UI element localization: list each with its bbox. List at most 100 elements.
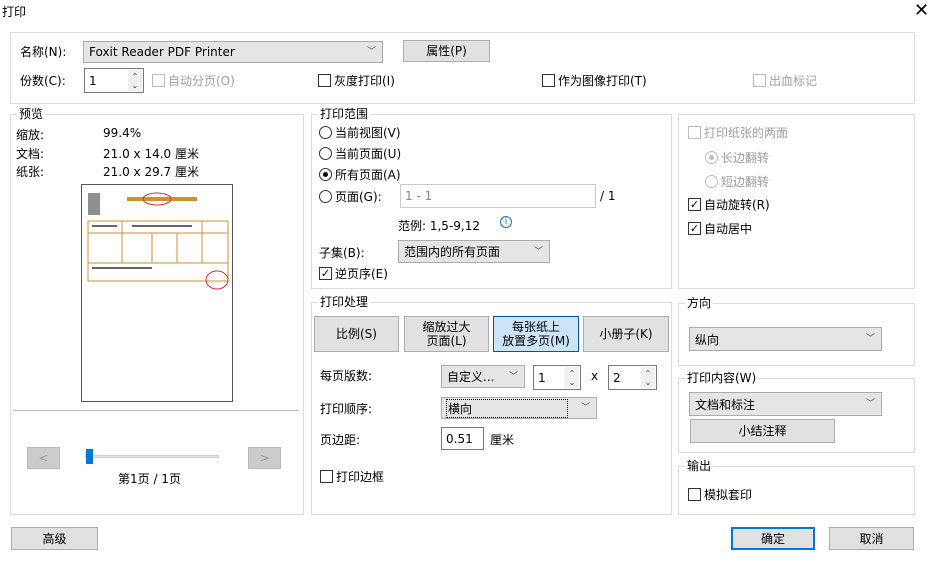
collate-label: 自动分页(O)	[168, 74, 235, 88]
close-icon[interactable]: ✕	[914, 0, 929, 21]
chevron-down-icon: ﹀	[366, 47, 376, 58]
radio-long-edge[interactable]: 长边翻转	[705, 149, 769, 166]
print-content-value: 文档和标注	[695, 397, 756, 412]
output-title: 输出	[685, 459, 714, 473]
print-as-image-checkbox[interactable]: 作为图像打印(T)	[542, 72, 647, 89]
invoice-thumbnail	[87, 192, 229, 290]
subset-value: 范围内的所有页面	[404, 245, 501, 259]
zoom-value: 99.4%	[103, 126, 142, 140]
pages-per-sheet-value: 自定义...	[447, 370, 495, 384]
orientation-value: 纵向	[695, 332, 720, 347]
columns-stepper[interactable]: 1 ⌃ ⌄	[533, 365, 581, 390]
margin-unit: 厘米	[490, 433, 515, 447]
auto-center-checkbox[interactable]: ✓ 自动居中	[688, 220, 752, 237]
cancel-button[interactable]: 取消	[829, 527, 914, 550]
simulate-overprint-label: 模拟套印	[704, 488, 753, 502]
orientation-select[interactable]: 纵向 ﹀	[689, 327, 882, 351]
copies-label: 份数(C):	[20, 74, 66, 88]
doc-size-value: 21.0 x 14.0 厘米	[103, 147, 199, 161]
reverse-order-checkbox[interactable]: ✓ 逆页序(E)	[319, 265, 388, 282]
tab-scale[interactable]: 比例(S)	[314, 316, 399, 352]
grayscale-checkbox[interactable]: 灰度打印(I)	[318, 72, 395, 89]
columns-value: 1	[538, 370, 546, 385]
chevron-down-icon: ﹀	[533, 246, 543, 257]
radio-pages[interactable]: 页面(G):	[319, 188, 382, 205]
radio-all-pages[interactable]: 所有页面(A)	[319, 166, 401, 183]
bleed-marks-checkbox[interactable]: 出血标记	[753, 72, 817, 89]
all-pages-label: 所有页面(A)	[335, 168, 401, 182]
advanced-button[interactable]: 高级	[11, 527, 98, 550]
copies-value: 1	[89, 73, 97, 88]
current-view-label: 当前视图(V)	[335, 126, 401, 140]
prev-page-button[interactable]: <	[27, 447, 60, 469]
tab-multiple-pages[interactable]: 每张纸上 放置多页(M)	[493, 316, 579, 352]
print-content-title: 打印内容(W)	[685, 371, 759, 385]
pages-input[interactable]: 1 - 1	[400, 184, 596, 208]
grayscale-label: 灰度打印(I)	[334, 74, 395, 88]
margin-label: 页边距:	[320, 433, 361, 447]
print-as-image-label: 作为图像打印(T)	[558, 74, 647, 88]
properties-button[interactable]: 属性(P)	[403, 40, 490, 62]
tab-booklet[interactable]: 小册子(K)	[583, 316, 669, 352]
info-icon[interactable]: i	[500, 216, 512, 228]
page-indicator: 第1页 / 1页	[118, 472, 181, 486]
bleed-marks-label: 出血标记	[769, 74, 818, 88]
paper-size-label: 纸张:	[16, 165, 45, 179]
rows-stepper[interactable]: 2 ⌃ ⌄	[608, 365, 657, 390]
range-example: 范例: 1,5-9,12	[398, 219, 480, 233]
preview-divider	[13, 410, 299, 411]
doc-size-label: 文档:	[16, 147, 45, 161]
summarize-comments-button[interactable]: 小结注释	[690, 419, 835, 443]
print-range-title: 打印范围	[318, 107, 371, 121]
auto-center-label: 自动居中	[704, 222, 753, 236]
collate-checkbox[interactable]: 自动分页(O)	[152, 72, 235, 89]
next-page-button[interactable]: >	[248, 447, 281, 469]
radio-current-page[interactable]: 当前页面(U)	[319, 145, 401, 162]
both-sides-checkbox[interactable]: 打印纸张的两面	[688, 124, 788, 141]
zoom-label: 缩放:	[16, 128, 45, 142]
times-label: x	[591, 369, 599, 383]
spin-arrows-icon[interactable]: ⌃ ⌄	[641, 367, 655, 388]
subset-select[interactable]: 范围内的所有页面 ﹀	[398, 240, 550, 263]
print-border-checkbox[interactable]: 打印边框	[320, 468, 384, 485]
orientation-title: 方向	[685, 296, 714, 310]
print-content-select[interactable]: 文档和标注 ﹀	[689, 392, 882, 416]
radio-short-edge[interactable]: 短边翻转	[705, 173, 769, 190]
simulate-overprint-checkbox[interactable]: 模拟套印	[688, 486, 752, 503]
chevron-down-icon: ﹀	[865, 399, 875, 410]
chevron-down-icon: ﹀	[865, 334, 875, 345]
printer-select-value: Foxit Reader PDF Printer	[89, 45, 235, 59]
dialog-title: 打印	[2, 5, 27, 19]
page-slider-thumb[interactable]	[86, 449, 93, 464]
current-page-label: 当前页面(U)	[335, 147, 402, 161]
page-preview	[81, 184, 233, 402]
pages-per-sheet-label: 每页版数:	[320, 369, 373, 383]
long-edge-label: 长边翻转	[721, 151, 770, 165]
pages-total: / 1	[600, 189, 616, 203]
print-order-value: 横向	[445, 398, 569, 418]
page-slider[interactable]	[85, 455, 219, 458]
copies-stepper[interactable]: 1 ⌃ ⌄	[84, 68, 144, 93]
printer-name-label: 名称(N):	[20, 45, 67, 59]
preview-title: 预览	[17, 107, 46, 121]
chevron-down-icon: ﹀	[508, 371, 518, 382]
printer-select[interactable]: Foxit Reader PDF Printer ﹀	[83, 41, 383, 63]
pages-per-sheet-select[interactable]: 自定义... ﹀	[441, 365, 525, 388]
both-sides-label: 打印纸张的两面	[704, 126, 789, 140]
spin-arrows-icon[interactable]: ⌃ ⌄	[128, 70, 142, 91]
margin-input[interactable]: 0.51	[441, 427, 484, 450]
spin-arrows-icon[interactable]: ⌃ ⌄	[565, 367, 579, 388]
auto-rotate-checkbox[interactable]: ✓ 自动旋转(R)	[688, 196, 770, 213]
print-border-label: 打印边框	[336, 470, 385, 484]
print-order-select[interactable]: 横向 ﹀	[441, 397, 597, 419]
subset-label: 子集(B):	[319, 246, 365, 260]
print-handling-title: 打印处理	[318, 295, 371, 309]
pages-label: 页面(G):	[335, 190, 382, 204]
ok-button[interactable]: 确定	[731, 527, 815, 550]
rows-value: 2	[613, 370, 621, 385]
short-edge-label: 短边翻转	[721, 175, 770, 189]
print-order-label: 打印顺序:	[320, 402, 373, 416]
auto-rotate-label: 自动旋转(R)	[704, 198, 770, 212]
tab-shrink-oversized[interactable]: 缩放过大 页面(L)	[404, 316, 489, 352]
radio-current-view[interactable]: 当前视图(V)	[319, 124, 401, 141]
